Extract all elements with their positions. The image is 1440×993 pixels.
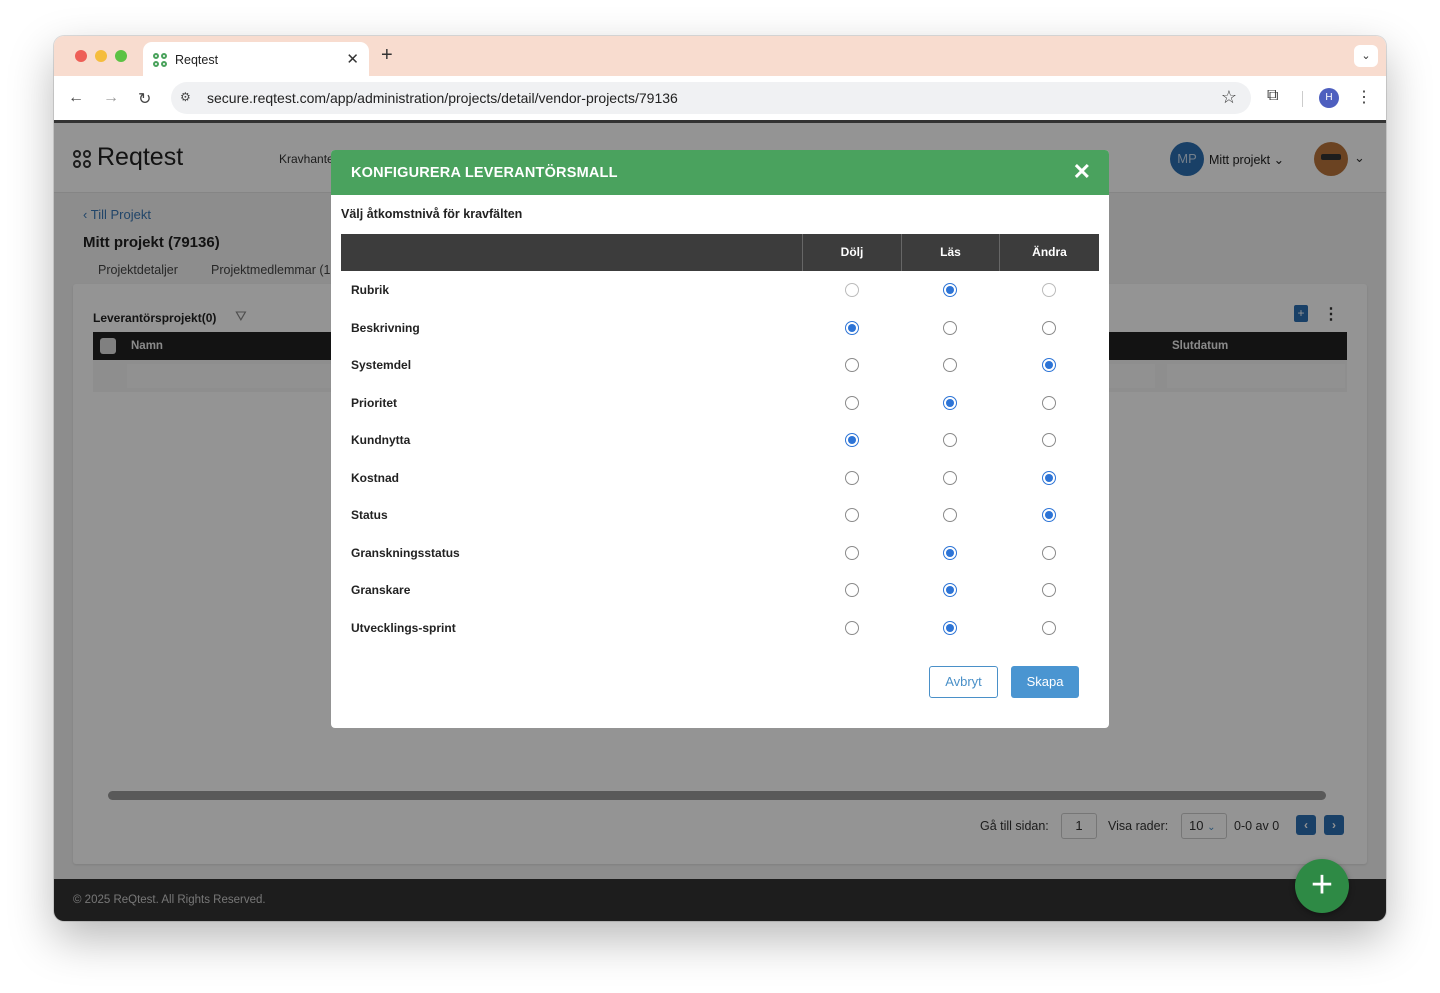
field-label: Systemdel [351,358,412,372]
toolbar-divider [1302,91,1303,107]
access-row: Status [341,496,1099,533]
tab-search-chevron-icon[interactable]: ⌄ [1354,45,1378,67]
access-row: Rubrik [341,271,1099,308]
radio-edit[interactable] [1042,283,1056,297]
add-fab-button[interactable]: + [1295,859,1349,913]
forward-arrow-icon[interactable]: → [103,89,119,107]
bookmark-star-icon[interactable]: ☆ [1221,87,1237,108]
radio-edit[interactable] [1042,395,1056,410]
tab-title: Reqtest [175,53,219,67]
radio-edit[interactable] [1042,433,1056,447]
radio-hide[interactable] [845,583,859,597]
radio-read[interactable] [943,358,957,372]
address-bar[interactable]: ⚙ secure.reqtest.com/app/administration/… [171,82,1251,114]
radio-edit[interactable] [1042,470,1056,485]
profile-avatar[interactable]: H [1319,88,1339,108]
column-read: Läs [901,234,999,271]
access-table-header: Dölj Läs Ändra [341,234,1099,271]
field-label: Granskare [351,583,411,597]
field-label: Beskrivning [351,320,420,335]
access-row: Utvecklings-sprint [341,609,1099,646]
radio-read[interactable] [943,395,957,410]
site-settings-icon[interactable]: ⚙ [180,90,191,104]
access-row: Granskare [341,571,1099,608]
modal-header: KONFIGURERA LEVERANTÖRSMALL ✕ [331,150,1109,195]
extensions-puzzle-icon[interactable]: ⧉ [1267,87,1278,105]
radio-edit[interactable] [1042,358,1056,372]
reload-icon[interactable]: ↻ [138,89,151,109]
access-row: Prioritet [341,384,1099,421]
radio-read[interactable] [943,320,957,335]
tab-strip: Reqtest ✕ + ⌄ [54,36,1386,76]
radio-hide[interactable] [845,545,859,560]
column-hide: Dölj [802,234,901,271]
configure-vendor-template-modal: KONFIGURERA LEVERANTÖRSMALL ✕ Välj åtkom… [331,150,1109,728]
url-text[interactable]: secure.reqtest.com/app/administration/pr… [207,90,678,106]
radio-read[interactable] [943,470,957,485]
column-edit: Ändra [999,234,1099,271]
radio-read[interactable] [943,620,957,635]
access-row: Granskningsstatus [341,534,1099,571]
zoom-window-button[interactable] [115,50,127,62]
close-window-button[interactable] [75,50,87,62]
browser-window: Reqtest ✕ + ⌄ ← → ↻ ⚙ secure.reqtest.com… [54,36,1386,921]
browser-toolbar: ← → ↻ ⚙ secure.reqtest.com/app/administr… [54,76,1386,123]
radio-read[interactable] [943,583,957,597]
radio-hide[interactable] [845,320,859,335]
browser-menu-icon[interactable]: ⋮ [1356,87,1372,107]
radio-edit[interactable] [1042,508,1056,522]
radio-hide[interactable] [845,433,859,447]
radio-edit[interactable] [1042,545,1056,560]
modal-subtitle: Välj åtkomstnivå för kravfälten [341,207,523,221]
access-row: Beskrivning [341,309,1099,346]
field-label: Kostnad [351,470,399,485]
back-arrow-icon[interactable]: ← [68,89,84,107]
cancel-button[interactable]: Avbryt [929,666,998,698]
radio-read[interactable] [943,545,957,560]
radio-hide[interactable] [845,620,859,635]
tab-close-icon[interactable]: ✕ [346,50,359,68]
access-row: Kostnad [341,459,1099,496]
radio-hide[interactable] [845,358,859,372]
radio-hide[interactable] [845,395,859,410]
create-button[interactable]: Skapa [1011,666,1079,698]
radio-hide[interactable] [845,470,859,485]
radio-edit[interactable] [1042,320,1056,335]
modal-title: KONFIGURERA LEVERANTÖRSMALL [351,165,618,181]
new-tab-button[interactable]: + [381,44,393,67]
field-label: Status [351,508,388,522]
radio-hide[interactable] [845,283,859,297]
radio-read[interactable] [943,508,957,522]
radio-read[interactable] [943,433,957,447]
reqtest-favicon-icon [153,53,167,67]
radio-edit[interactable] [1042,620,1056,635]
field-label: Utvecklings-sprint [351,620,456,635]
minimize-window-button[interactable] [95,50,107,62]
radio-edit[interactable] [1042,583,1056,597]
field-label: Prioritet [351,395,398,410]
field-label: Kundnytta [351,433,411,447]
browser-tab[interactable]: Reqtest ✕ [143,42,369,76]
radio-read[interactable] [943,283,957,297]
radio-hide[interactable] [845,508,859,522]
close-icon[interactable]: ✕ [1073,159,1091,185]
access-row: Kundnytta [341,421,1099,458]
access-row: Systemdel [341,346,1099,383]
field-label: Granskningsstatus [351,545,460,560]
field-label: Rubrik [351,283,390,297]
